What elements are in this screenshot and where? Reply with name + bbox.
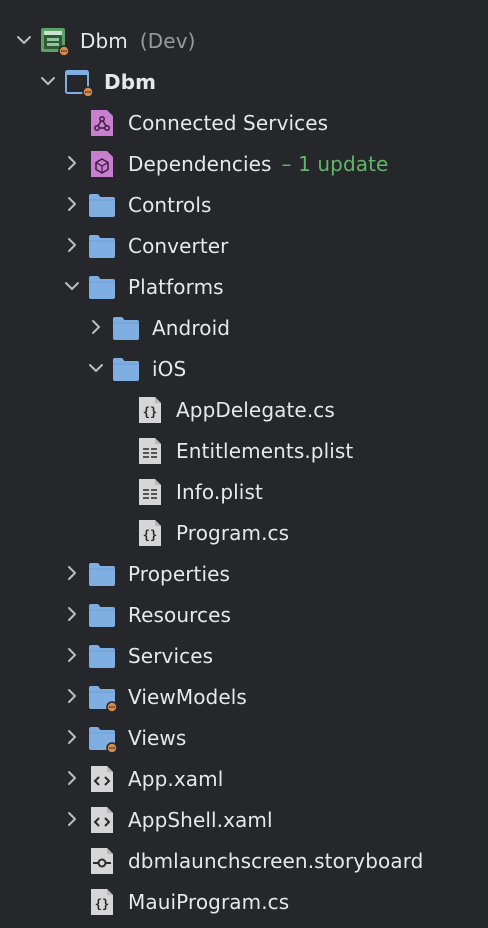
xaml-file-icon <box>88 806 116 834</box>
tree-row-services[interactable]: Services <box>0 635 488 676</box>
tree-row-android[interactable]: Android <box>0 307 488 348</box>
code-file-icon <box>88 888 116 916</box>
chevron-right-icon[interactable] <box>64 565 80 581</box>
dependencies-icon <box>88 150 116 178</box>
tree-row-project[interactable]: Dbm <box>0 61 488 102</box>
tree-label: Views <box>128 726 187 750</box>
code-file-icon <box>136 519 164 547</box>
solution-config: (Dev) <box>139 29 196 53</box>
tree-label: AppShell.xaml <box>128 808 273 832</box>
tree-row-controls[interactable]: Controls <box>0 184 488 225</box>
folder-icon <box>88 724 116 752</box>
tree-label: iOS <box>152 357 187 381</box>
tree-row-solution[interactable]: Dbm (Dev) <box>0 20 488 61</box>
tree-label: dbmlaunchscreen.storyboard <box>128 849 424 873</box>
tree-label: Dependencies <box>128 152 272 176</box>
tree-label: Info.plist <box>176 480 263 504</box>
solution-icon <box>40 27 68 55</box>
chevron-down-icon[interactable] <box>40 73 56 89</box>
tree-row-views[interactable]: Views <box>0 717 488 758</box>
chevron-right-icon[interactable] <box>64 155 80 171</box>
tree-label: Services <box>128 644 214 668</box>
tree-row-platforms[interactable]: Platforms <box>0 266 488 307</box>
update-badge[interactable]: – 1 update <box>282 152 389 176</box>
tree-label: Entitlements.plist <box>176 439 354 463</box>
solution-name: Dbm <box>80 29 128 53</box>
project-name: Dbm <box>104 70 157 94</box>
tree-label: Android <box>152 316 231 340</box>
tree-row-converter[interactable]: Converter <box>0 225 488 266</box>
plist-file-icon <box>136 437 164 465</box>
tree-row-properties[interactable]: Properties <box>0 553 488 594</box>
chevron-right-icon[interactable] <box>64 811 80 827</box>
chevron-down-icon[interactable] <box>88 360 104 376</box>
tree-row-infoplist[interactable]: Info.plist <box>0 471 488 512</box>
tree-row-dependencies[interactable]: Dependencies – 1 update <box>0 143 488 184</box>
tree-row-connected-services[interactable]: Connected Services <box>0 102 488 143</box>
chevron-right-icon[interactable] <box>64 237 80 253</box>
plist-file-icon <box>136 478 164 506</box>
chevron-right-icon[interactable] <box>64 606 80 622</box>
folder-icon <box>88 642 116 670</box>
tree-row-appxaml[interactable]: App.xaml <box>0 758 488 799</box>
connected-services-icon <box>88 109 116 137</box>
tree-label: Controls <box>128 193 212 217</box>
tree-row-appdelegate[interactable]: AppDelegate.cs <box>0 389 488 430</box>
folder-icon <box>88 232 116 260</box>
tree-row-resources[interactable]: Resources <box>0 594 488 635</box>
chevron-down-icon[interactable] <box>16 32 32 48</box>
xaml-file-icon <box>88 765 116 793</box>
folder-icon <box>88 683 116 711</box>
chevron-right-icon[interactable] <box>88 319 104 335</box>
chevron-right-icon[interactable] <box>64 196 80 212</box>
tree-label: Platforms <box>128 275 224 299</box>
tree-row-entitlements[interactable]: Entitlements.plist <box>0 430 488 471</box>
folder-icon <box>88 601 116 629</box>
tree-label: Resources <box>128 603 232 627</box>
tree-row-appshellxaml[interactable]: AppShell.xaml <box>0 799 488 840</box>
tree-label: Program.cs <box>176 521 290 545</box>
chevron-right-icon[interactable] <box>64 647 80 663</box>
folder-icon <box>88 191 116 219</box>
tree-label: Properties <box>128 562 231 586</box>
tree-row-programcs[interactable]: Program.cs <box>0 512 488 553</box>
tree-row-viewmodels[interactable]: ViewModels <box>0 676 488 717</box>
tree-label: ViewModels <box>128 685 247 709</box>
folder-icon <box>88 273 116 301</box>
tree-label: Connected Services <box>128 111 329 135</box>
folder-icon <box>112 355 140 383</box>
tree-label: Converter <box>128 234 229 258</box>
chevron-down-icon[interactable] <box>64 278 80 294</box>
folder-icon <box>88 560 116 588</box>
tree-label: AppDelegate.cs <box>176 398 335 422</box>
tree-label: App.xaml <box>128 767 224 791</box>
chevron-right-icon[interactable] <box>64 688 80 704</box>
chevron-right-icon[interactable] <box>64 729 80 745</box>
code-file-icon <box>136 396 164 424</box>
storyboard-file-icon <box>88 847 116 875</box>
tree-row-mauiprogram[interactable]: MauiProgram.cs <box>0 881 488 922</box>
tree-row-ios[interactable]: iOS <box>0 348 488 389</box>
tree-label: MauiProgram.cs <box>128 890 290 914</box>
chevron-right-icon[interactable] <box>64 770 80 786</box>
project-icon <box>64 68 92 96</box>
solution-tree: Dbm (Dev) Dbm Connected Services Depende… <box>0 0 488 928</box>
folder-icon <box>112 314 140 342</box>
tree-row-storyboard[interactable]: dbmlaunchscreen.storyboard <box>0 840 488 881</box>
